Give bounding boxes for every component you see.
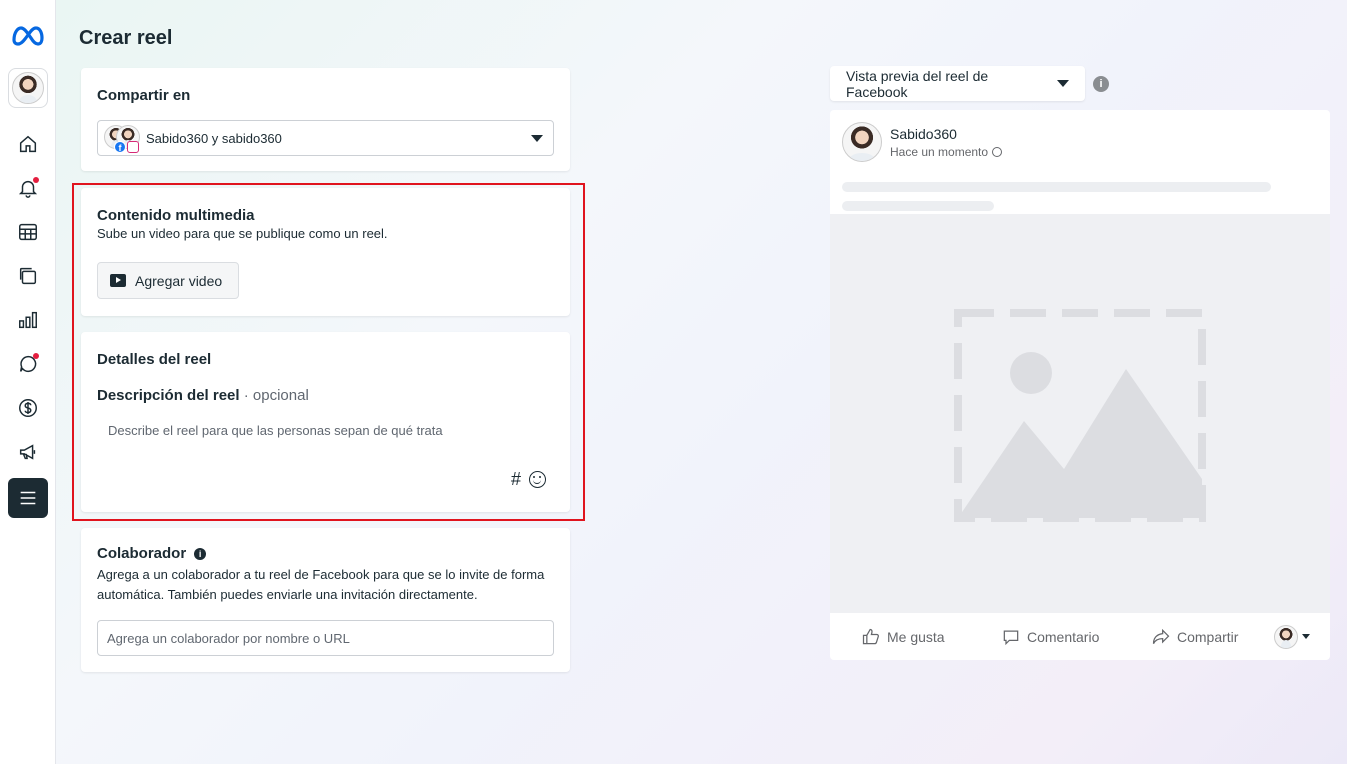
details-title: Detalles del reel — [97, 351, 212, 368]
description-label-text: Descripción del reel — [97, 387, 240, 404]
grid-table-icon — [18, 223, 37, 241]
share-title: Compartir en — [97, 87, 191, 104]
instagram-icon — [127, 141, 139, 153]
info-icon[interactable]: i — [194, 547, 207, 560]
dollar-icon — [18, 399, 37, 417]
notification-badge — [32, 353, 39, 359]
chevron-down-icon — [1057, 80, 1069, 87]
collaborator-card: Colaborador i Agrega a un colaborador a … — [81, 528, 570, 672]
main-area: Crear reel Compartir en f Sabido360 y sa… — [56, 0, 1347, 764]
stacked-pages-icon — [19, 267, 36, 285]
media-title: Contenido multimedia — [97, 207, 255, 224]
globe-icon — [992, 146, 1003, 157]
collaborator-input[interactable]: Agrega un colaborador por nombre o URL — [97, 620, 554, 656]
megaphone-icon — [19, 444, 35, 460]
chevron-down-icon[interactable] — [1302, 634, 1310, 639]
sidebar-item-ads[interactable] — [8, 432, 48, 472]
collaborator-title: Colaborador — [97, 545, 187, 562]
avatar — [11, 72, 44, 104]
page-title: Crear reel — [79, 27, 173, 49]
preview-selector-label: Vista previa del reel de Facebook — [846, 67, 989, 100]
share-selected-value: Sabido360 y sabido360 — [146, 130, 282, 146]
sidebar-item-notifications[interactable] — [8, 168, 48, 208]
description-tools: # — [511, 469, 546, 490]
sidebar — [0, 0, 56, 764]
avatar[interactable] — [1274, 624, 1298, 649]
collaborator-heading: Colaborador i — [97, 545, 554, 562]
sidebar-item-inbox[interactable] — [8, 344, 48, 384]
emoji-icon[interactable] — [529, 471, 546, 488]
sidebar-item-home[interactable] — [8, 124, 48, 164]
avatar — [842, 122, 882, 162]
facebook-post-preview: Sabido360 Hace un momento Me gusta Comen… — [830, 110, 1330, 660]
comment-label: Comentario — [1027, 628, 1100, 645]
like-button[interactable]: Me gusta — [861, 627, 1001, 647]
bar-chart-icon — [18, 311, 37, 329]
description-optional: · opcional — [243, 387, 309, 404]
share-arrow-icon — [1152, 628, 1170, 644]
post-author: Sabido360 — [890, 125, 957, 142]
sidebar-item-menu[interactable] — [7, 478, 48, 518]
sidebar-item-content[interactable] — [8, 256, 48, 296]
media-card: Contenido multimedia Sube un video para … — [81, 188, 570, 316]
chevron-down-icon — [531, 134, 543, 142]
text-skeleton — [842, 201, 994, 211]
account-avatars: f — [104, 125, 142, 153]
media-subtitle: Sube un video para que se publique como … — [97, 226, 388, 241]
meta-logo-icon[interactable] — [10, 24, 46, 48]
add-video-button[interactable]: Agregar video — [97, 262, 240, 299]
image-placeholder-icon — [954, 309, 1206, 522]
share-destination-select[interactable]: f Sabido360 y sabido360 — [97, 120, 554, 156]
post-meta: Sabido360 Hace un momento — [890, 125, 1003, 159]
post-header: Sabido360 Hace un momento — [830, 110, 1330, 162]
sidebar-item-insights[interactable] — [8, 300, 48, 340]
add-video-label: Agregar video — [135, 272, 223, 289]
hashtag-icon[interactable]: # — [511, 469, 521, 490]
collaborator-description: Agrega a un colaborador a tu reel de Fac… — [97, 567, 545, 602]
text-skeleton — [842, 182, 1271, 192]
comment-icon — [1003, 630, 1019, 645]
details-card: Detalles del reel Descripción del reel ·… — [81, 332, 570, 512]
post-actions: Me gusta Comentario Compartir — [830, 613, 1330, 660]
thumbs-up-icon — [862, 628, 879, 644]
video-icon — [110, 274, 126, 287]
share-button[interactable]: Compartir — [1151, 627, 1266, 647]
media-placeholder — [830, 214, 1330, 613]
hamburger-menu-icon — [20, 491, 35, 505]
post-time-text: Hace un momento — [890, 144, 989, 159]
sidebar-item-planner[interactable] — [8, 212, 48, 252]
home-icon — [19, 135, 36, 153]
description-input[interactable]: Describe el reel para que las personas s… — [97, 423, 554, 438]
share-card: Compartir en f Sabido360 y sabido360 — [81, 68, 570, 171]
comment-button[interactable]: Comentario — [1001, 627, 1151, 647]
preview-selector[interactable]: Vista previa del reel de Facebook — [830, 66, 1085, 101]
share-label: Compartir — [1177, 628, 1239, 645]
facebook-icon: f — [114, 141, 126, 153]
account-switcher[interactable] — [7, 68, 48, 108]
post-time: Hace un momento — [890, 144, 1003, 159]
sidebar-item-monetization[interactable] — [8, 388, 48, 428]
notification-badge — [32, 177, 39, 183]
like-label: Me gusta — [887, 628, 945, 645]
info-icon[interactable]: i — [1093, 76, 1109, 92]
description-label: Descripción del reel · opcional — [97, 387, 554, 404]
